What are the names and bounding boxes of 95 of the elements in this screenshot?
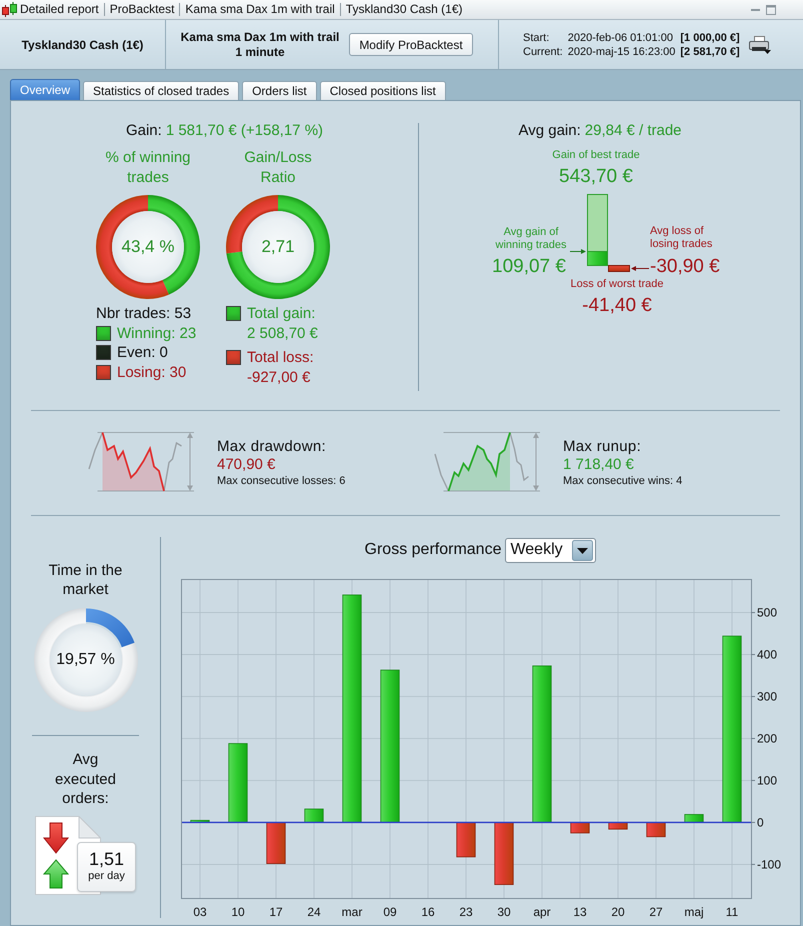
worst-trade-bar xyxy=(608,265,630,272)
performance-bar xyxy=(684,814,704,823)
gauge-title: Gain/Loss Ratio xyxy=(243,148,313,188)
x-axis-label: 13 xyxy=(573,905,587,919)
donut-center-disc xyxy=(242,211,314,283)
legend-label: Total loss: xyxy=(247,348,314,368)
tab[interactable]: Statistics of closed trades xyxy=(83,81,240,100)
trade-count-text: Nbr trades: 53 xyxy=(96,304,192,324)
gain-value: 1 581,70 € (+158,17 %) xyxy=(166,122,324,139)
legend-label: Total gain: xyxy=(247,304,316,324)
legend-value: -927,00 € xyxy=(247,368,310,386)
avg-gain-value: 29,84 € / trade xyxy=(584,122,682,139)
run-value: 1 718,40 € xyxy=(563,456,634,474)
x-axis-label: 03 xyxy=(193,905,207,919)
run-title: Max runup: xyxy=(563,438,642,456)
run-detail: Max consecutive losses: 6 xyxy=(217,474,346,488)
x-axis-label: 30 xyxy=(497,905,511,919)
gauge-value: 43,4 % xyxy=(122,237,174,257)
caret-icon xyxy=(572,540,594,560)
period-date: 2020-feb-06 01:01:00 xyxy=(568,30,674,44)
breadcrumb-text: Tyskland30 Cash (1€) xyxy=(340,3,468,16)
x-axis-label: 24 xyxy=(307,905,321,919)
x-axis-label: 23 xyxy=(459,905,473,919)
y-axis-label: 100 xyxy=(757,773,778,788)
time-in-market-value: 19,57 % xyxy=(56,651,115,669)
modify-button[interactable]: Modify ProBacktest xyxy=(349,33,473,56)
avg-win-value: 109,07 € xyxy=(492,256,566,278)
x-axis-label: 27 xyxy=(649,905,663,919)
minimize-icon[interactable] xyxy=(751,8,760,10)
y-axis-label: 0 xyxy=(757,815,764,830)
avg-win-bar xyxy=(587,251,608,266)
performance-bar xyxy=(304,808,324,823)
rate-unit: per day xyxy=(88,870,125,882)
period-date: 2020-maj-15 16:23:00 xyxy=(568,44,676,58)
x-axis-label: apr xyxy=(533,905,551,919)
avg-loss-caption: Avg loss of losing trades xyxy=(650,225,714,251)
executed-orders-title: Avg executed orders: xyxy=(54,750,117,808)
x-axis-label: 10 xyxy=(231,905,245,919)
donut-center-disc xyxy=(112,211,184,283)
y-axis-label: 400 xyxy=(757,648,778,662)
gauge-title: % of winning trades xyxy=(104,148,192,188)
x-axis-label: 16 xyxy=(421,905,435,919)
performance-bar xyxy=(646,822,666,838)
worst-trade-value: -41,40 € xyxy=(582,295,652,317)
x-axis-label: 11 xyxy=(726,905,738,919)
candlestick-icon xyxy=(2,2,17,17)
legend-label: Losing: 30 xyxy=(117,362,186,382)
period-label: Start: xyxy=(523,30,550,44)
legend-label: Winning: 23 xyxy=(117,324,196,343)
avg-loss-value: -30,90 € xyxy=(650,256,720,278)
y-axis-label: 500 xyxy=(757,606,778,620)
y-axis-label: 200 xyxy=(757,732,778,746)
performance-bar xyxy=(266,822,286,864)
time-in-market-title: Time in the market xyxy=(48,561,124,599)
x-axis-label: mar xyxy=(342,905,362,919)
printer-icon[interactable] xyxy=(748,36,771,54)
y-axis-label: 300 xyxy=(757,690,778,704)
timeframe-text: 1 minute xyxy=(235,44,285,60)
run-title: Max drawdown: xyxy=(217,438,326,456)
period-select[interactable]: Weekly xyxy=(505,538,596,562)
avg-win-caption: Avg gain of winning trades xyxy=(494,226,568,252)
performance-bar xyxy=(190,820,210,823)
capital-value: [1 000,00 €] xyxy=(680,30,740,44)
capital-value: [2 581,70 €] xyxy=(680,44,740,58)
gauge-value: 2,71 xyxy=(261,237,295,257)
breadcrumb-text: ProBacktest xyxy=(104,3,180,16)
x-axis-label: 17 xyxy=(269,905,283,919)
run-value: 470,90 € xyxy=(217,456,276,474)
x-axis-label: 09 xyxy=(383,905,397,919)
legend-value: 2 508,70 € xyxy=(247,324,318,342)
period-label: Current: xyxy=(523,44,563,58)
x-axis-label: 20 xyxy=(611,905,625,919)
pointer-arrow xyxy=(570,249,586,254)
avg-gain-label: Avg gain: xyxy=(518,122,581,139)
performance-bar xyxy=(456,822,476,858)
chart-title: Gross performance xyxy=(364,541,502,559)
instrument-name: Tyskland30 Cash (1€) xyxy=(22,38,144,52)
breadcrumb-text: Detailed report xyxy=(19,3,100,16)
legend-label: Even: 0 xyxy=(117,343,168,362)
y-axis-label: -100 xyxy=(757,857,782,872)
rate-value: 1,51 xyxy=(88,848,124,870)
performance-bar xyxy=(570,822,590,834)
breadcrumb-text: Kama sma Dax 1m with trail xyxy=(179,3,340,16)
run-detail: Max consecutive wins: 4 xyxy=(563,474,682,488)
best-trade-value: 543,70 € xyxy=(559,166,633,188)
x-axis-label: maj xyxy=(684,905,704,919)
best-trade-caption: Gain of best trade xyxy=(552,149,640,162)
tab[interactable]: Orders list xyxy=(242,81,317,100)
tab[interactable]: Closed positions list xyxy=(320,81,446,100)
performance-bar xyxy=(494,822,514,885)
worst-trade-caption: Loss of worst trade xyxy=(570,278,664,291)
maximize-icon[interactable] xyxy=(766,4,776,14)
gain-label: Gain: xyxy=(126,122,162,139)
strategy-name: Kama sma Dax 1m with trail xyxy=(180,30,340,44)
pointer-arrow xyxy=(631,266,650,271)
